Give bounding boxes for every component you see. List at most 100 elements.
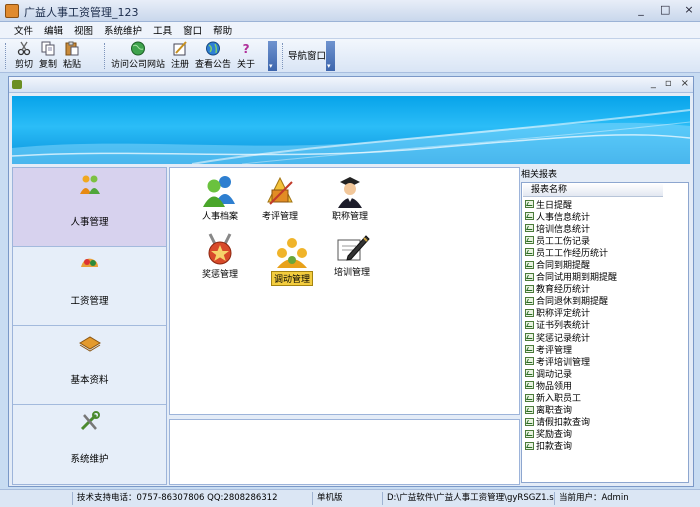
child-window-controls: _ ▫ × xyxy=(651,78,689,89)
report-item-label: 证书列表统计 xyxy=(536,321,591,332)
notice-globe-icon xyxy=(205,41,221,56)
report-chart-icon xyxy=(525,200,534,209)
toolbar-gripper[interactable] xyxy=(5,43,8,69)
menu-tools[interactable]: 工具 xyxy=(153,23,172,37)
app-label: 调动管理 xyxy=(270,271,313,286)
copy-button[interactable]: 复制 xyxy=(36,41,60,70)
pen-icon xyxy=(334,230,370,264)
report-item[interactable]: 员工工伤记录 xyxy=(522,234,688,247)
menu-file[interactable]: 文件 xyxy=(14,23,33,37)
report-item[interactable]: 生日提醒 xyxy=(522,198,688,211)
maximize-button[interactable]: □ xyxy=(660,3,670,16)
child-minimize-button[interactable]: _ xyxy=(651,78,656,89)
report-item-label: 教育经历统计 xyxy=(536,285,591,296)
report-items: 生日提醒 人事信息统计 培训信息统计 员工工伤记录 员工工作经历统计 合同到期提醒 合同试用… xyxy=(522,198,688,452)
register-label: 注册 xyxy=(171,60,190,70)
report-item-label: 培训信息统计 xyxy=(536,224,591,235)
toolbar-overflow-button[interactable] xyxy=(326,41,335,71)
app-training-management[interactable]: 培训管理 xyxy=(316,230,388,278)
menu-view[interactable]: 视图 xyxy=(74,23,93,37)
report-item[interactable]: 调动记录 xyxy=(522,367,688,380)
about-button[interactable]: ? 关于 xyxy=(234,41,258,71)
report-item[interactable]: 新入职员工 xyxy=(522,392,688,404)
menu-help[interactable]: 帮助 xyxy=(213,23,232,37)
report-item[interactable]: 请假扣款查询 xyxy=(522,416,688,428)
report-item-label: 考评管理 xyxy=(536,345,573,356)
copy-icon xyxy=(40,41,56,56)
cut-button[interactable]: 剪切 xyxy=(12,41,36,70)
nav-item-hr[interactable]: 人事管理 xyxy=(13,168,166,247)
status-mode: 单机版 xyxy=(312,492,382,505)
app-label: 培训管理 xyxy=(333,268,370,278)
toolbar-overflow-button[interactable] xyxy=(268,41,277,71)
report-item[interactable]: 合同试用期到期提醒 xyxy=(522,271,688,283)
report-item[interactable]: 合同到期提醒 xyxy=(522,258,688,271)
report-chart-icon xyxy=(525,381,534,390)
related-reports-panel: 相关报表 报表名称 生日提醒 人事信息统计 培训信息统计 员工工伤记录 员工工作经历统计… xyxy=(521,167,691,485)
nav-item-label: 系统维护 xyxy=(70,454,109,465)
app-evaluation[interactable]: 考评管理 xyxy=(244,174,316,222)
report-chart-icon xyxy=(525,417,534,426)
report-item[interactable]: 扣款查询 xyxy=(522,440,688,452)
report-chart-icon xyxy=(525,369,534,378)
close-button[interactable]: × xyxy=(684,3,694,16)
nav-item-basic-data[interactable]: 基本资料 xyxy=(13,326,166,405)
report-item[interactable]: 离职查询 xyxy=(522,404,688,416)
app-title-management[interactable]: 职称管理 xyxy=(314,174,386,222)
report-item[interactable]: 考评管理 xyxy=(522,343,688,356)
report-item[interactable]: 奖惩记录统计 xyxy=(522,331,688,344)
reports-list[interactable]: 报表名称 生日提醒 人事信息统计 培训信息统计 员工工伤记录 员工工作经历统计 合同到期提… xyxy=(521,182,689,483)
report-item[interactable]: 奖励查询 xyxy=(522,428,688,440)
register-button[interactable]: 注册 xyxy=(168,41,192,70)
people-icon xyxy=(78,174,102,196)
report-item[interactable]: 教育经历统计 xyxy=(522,283,688,295)
nav-window-button[interactable]: 导航窗口 xyxy=(288,48,326,62)
report-chart-icon xyxy=(525,405,534,414)
report-chart-icon xyxy=(525,429,534,438)
menu-edit[interactable]: 编辑 xyxy=(44,23,63,37)
about-label: 关于 xyxy=(237,60,256,70)
evaluation-icon xyxy=(262,174,298,208)
toolbar-gripper[interactable] xyxy=(104,43,107,69)
report-item[interactable]: 人事信息统计 xyxy=(522,210,688,223)
report-item-label: 奖惩记录统计 xyxy=(536,333,591,344)
report-chart-icon xyxy=(525,236,534,245)
menu-system[interactable]: 系统维护 xyxy=(104,23,142,37)
report-item[interactable]: 合同退休到期提醒 xyxy=(522,295,688,307)
report-chart-icon xyxy=(525,320,534,329)
toolbar: 剪切 复制 粘贴 访问公司网站 注册 查看公告 ? 关于 ▾ 导航窗口 ▾ xyxy=(0,39,700,73)
minimize-button[interactable]: _ xyxy=(636,3,646,16)
tools-icon xyxy=(78,411,102,433)
paste-button[interactable]: 粘贴 xyxy=(60,41,84,70)
report-chart-icon xyxy=(525,296,534,305)
report-item[interactable]: 考评培训管理 xyxy=(522,355,688,368)
question-icon: ? xyxy=(242,41,250,56)
reports-panel-title: 相关报表 xyxy=(521,170,558,180)
report-item[interactable]: 员工工作经历统计 xyxy=(522,246,688,259)
app-rewards-penalties[interactable]: 奖惩管理 xyxy=(184,232,256,280)
navigation-window: _ ▫ × 人事管理 工资管理 基本资料 系统维护 人事档案 考评管理 职称管理… xyxy=(8,76,694,487)
report-chart-icon xyxy=(525,345,534,354)
app-icon xyxy=(5,4,19,18)
reports-column-header[interactable]: 报表名称 xyxy=(523,184,663,197)
copy-label: 复制 xyxy=(39,60,58,70)
report-item-label: 人事信息统计 xyxy=(536,212,591,223)
nav-item-system[interactable]: 系统维护 xyxy=(13,405,166,484)
status-user: 当前用户：Admin xyxy=(554,492,694,505)
nav-item-payroll[interactable]: 工资管理 xyxy=(13,247,166,326)
report-item[interactable]: 物品领用 xyxy=(522,379,688,392)
report-item[interactable]: 证书列表统计 xyxy=(522,319,688,331)
toolbar-gripper[interactable] xyxy=(282,43,285,69)
report-chart-icon xyxy=(525,284,534,293)
report-item[interactable]: 培训信息统计 xyxy=(522,222,688,235)
child-close-button[interactable]: × xyxy=(681,78,689,89)
report-item[interactable]: 职称评定统计 xyxy=(522,307,688,319)
book-icon xyxy=(78,332,102,354)
notice-button[interactable]: 查看公告 xyxy=(192,41,234,70)
child-restore-button[interactable]: ▫ xyxy=(665,78,672,89)
nav-item-label: 工资管理 xyxy=(70,296,109,307)
globe-icon xyxy=(130,41,146,56)
menu-window[interactable]: 窗口 xyxy=(183,23,202,37)
visit-site-button[interactable]: 访问公司网站 xyxy=(108,41,168,70)
report-item-label: 考评培训管理 xyxy=(536,357,591,368)
